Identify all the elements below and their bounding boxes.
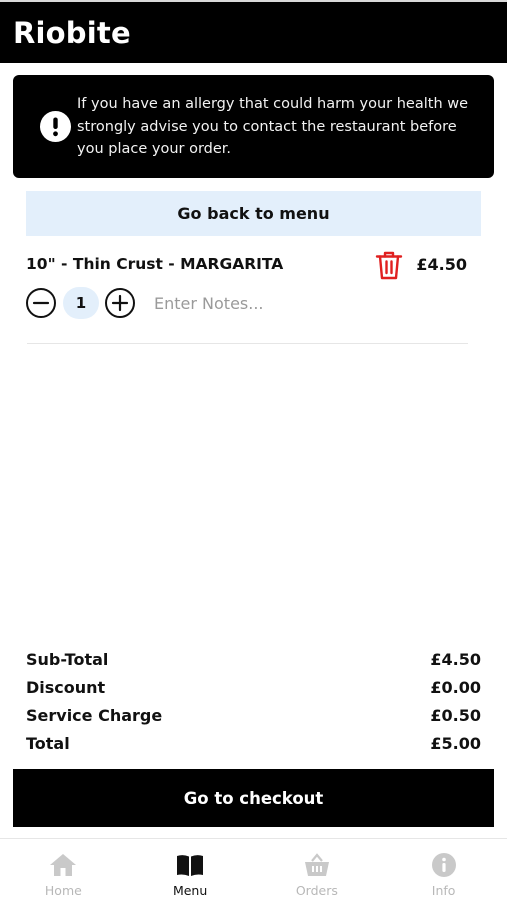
app-title: Riobite — [13, 16, 131, 50]
item-price: £4.50 — [416, 255, 467, 274]
nav-label-info: Info — [431, 883, 456, 898]
subtotal-value: £4.50 — [430, 649, 481, 669]
nav-item-orders[interactable]: Orders — [254, 839, 381, 900]
bottom-nav: Home Menu Orders Info — [0, 838, 507, 900]
service-charge-row: Service Charge £0.50 — [26, 701, 481, 729]
decrease-quantity-icon[interactable] — [25, 287, 57, 319]
nav-item-home[interactable]: Home — [0, 839, 127, 900]
service-charge-value: £0.50 — [430, 705, 481, 725]
cart-item: 10" - Thin Crust - MARGARITA £4.50 1 — [0, 245, 507, 345]
nav-item-info[interactable]: Info — [380, 839, 507, 900]
info-icon — [431, 853, 456, 877]
go-back-to-menu-button[interactable]: Go back to menu — [26, 191, 481, 236]
discount-row: Discount £0.00 — [26, 673, 481, 701]
book-icon — [177, 855, 204, 876]
subtotal-label: Sub-Total — [26, 649, 109, 669]
total-value: £5.00 — [430, 733, 481, 753]
basket-icon — [304, 853, 329, 876]
alert-icon — [40, 111, 71, 142]
item-notes-input[interactable] — [154, 290, 454, 316]
discount-label: Discount — [26, 677, 106, 697]
nav-label-orders: Orders — [295, 883, 338, 898]
nav-item-menu[interactable]: Menu — [127, 839, 254, 900]
app-header: Riobite — [0, 0, 507, 63]
delete-item-icon[interactable] — [374, 249, 404, 281]
total-label: Total — [26, 733, 70, 753]
increase-quantity-icon[interactable] — [104, 287, 136, 319]
subtotal-row: Sub-Total £4.50 — [26, 645, 481, 673]
order-totals: Sub-Total £4.50 Discount £0.00 Service C… — [26, 645, 481, 757]
item-name: 10" - Thin Crust - MARGARITA — [26, 255, 284, 273]
quantity-value: 1 — [63, 287, 99, 319]
allergy-notice-text: If you have an allergy that could harm y… — [77, 96, 469, 157]
allergy-notice: If you have an allergy that could harm y… — [13, 75, 494, 178]
nav-label-menu: Menu — [172, 883, 208, 898]
item-divider — [27, 343, 468, 344]
nav-label-home: Home — [44, 883, 82, 898]
go-to-checkout-button[interactable]: Go to checkout — [13, 769, 494, 827]
home-icon — [50, 854, 77, 876]
total-row: Total £5.00 — [26, 729, 481, 757]
discount-value: £0.00 — [430, 677, 481, 697]
service-charge-label: Service Charge — [26, 705, 163, 725]
